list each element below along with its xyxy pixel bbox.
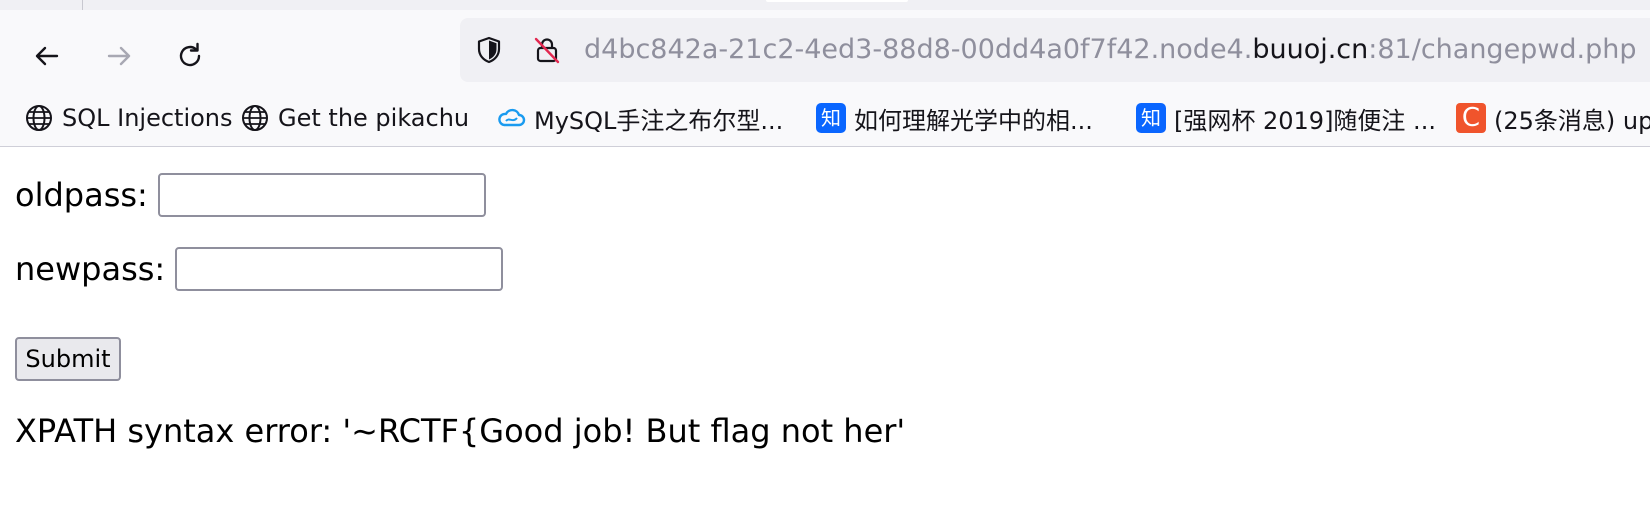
globe-icon	[240, 103, 270, 133]
oldpass-row: oldpass:	[15, 173, 486, 217]
insecure-lock-icon[interactable]	[532, 35, 562, 65]
url-domain: buuoj.cn	[1252, 34, 1369, 65]
active-tab[interactable]	[766, 0, 908, 2]
submit-button[interactable]: Submit	[15, 337, 121, 381]
page-content: oldpass: newpass: Submit XPATH syntax er…	[0, 148, 1650, 520]
newpass-label: newpass:	[15, 250, 166, 288]
arrow-left-icon	[35, 46, 59, 66]
bookmark-mysql[interactable]: MySQL手注之布尔型...	[496, 101, 783, 135]
bookmark-zhihu-qwb[interactable]: 知 [强网杯 2019]随便注 ...	[1136, 101, 1436, 135]
csdn-icon: C	[1456, 103, 1486, 133]
bookmark-label: 如何理解光学中的相...	[854, 106, 1093, 135]
newpass-input[interactable]	[175, 247, 504, 291]
error-message: XPATH syntax error: '~RCTF{Good job! But…	[15, 412, 906, 450]
url-prefix: d4bc842a-21c2-4ed3-88d8-00dd4a0f7f42.nod…	[584, 34, 1253, 65]
bookmark-sql-injections[interactable]: SQL Injections	[24, 101, 233, 135]
bookmark-label: [强网杯 2019]随便注 ...	[1174, 106, 1436, 135]
bookmark-label: Get the pikachu	[278, 104, 470, 132]
oldpass-label: oldpass:	[15, 176, 148, 214]
bookmark-csdn[interactable]: C (25条消息) up	[1456, 101, 1650, 135]
url-suffix: :81/changepwd.php	[1368, 34, 1637, 65]
cloud-icon	[496, 103, 526, 133]
bookmark-get-the-pikachu[interactable]: Get the pikachu	[240, 101, 469, 135]
zhihu-icon: 知	[1136, 103, 1166, 133]
url-text[interactable]: d4bc842a-21c2-4ed3-88d8-00dd4a0f7f42.nod…	[584, 34, 1637, 66]
globe-icon	[24, 103, 54, 133]
navigation-toolbar: d4bc842a-21c2-4ed3-88d8-00dd4a0f7f42.nod…	[0, 10, 1650, 90]
bookmark-zhihu-optics[interactable]: 知 如何理解光学中的相...	[816, 101, 1093, 135]
tab-separator	[82, 0, 83, 10]
reload-icon	[179, 42, 201, 67]
bookmark-label: MySQL手注之布尔型...	[534, 106, 784, 135]
zhihu-icon: 知	[816, 103, 846, 133]
oldpass-input[interactable]	[157, 173, 486, 217]
reload-button[interactable]	[166, 32, 214, 80]
bookmark-label: SQL Injections	[62, 104, 233, 132]
shield-icon[interactable]	[474, 35, 504, 65]
newpass-row: newpass:	[15, 247, 504, 291]
back-button[interactable]	[23, 32, 71, 80]
address-bar[interactable]: d4bc842a-21c2-4ed3-88d8-00dd4a0f7f42.nod…	[460, 18, 1650, 82]
arrow-right-icon	[107, 46, 131, 66]
bookmarks-toolbar: SQL Injections Get the pikachu MySQL手注之布…	[0, 90, 1650, 147]
bookmark-label: (25条消息) up	[1494, 106, 1650, 135]
tab-strip	[0, 0, 1650, 10]
forward-button[interactable]	[95, 32, 143, 80]
